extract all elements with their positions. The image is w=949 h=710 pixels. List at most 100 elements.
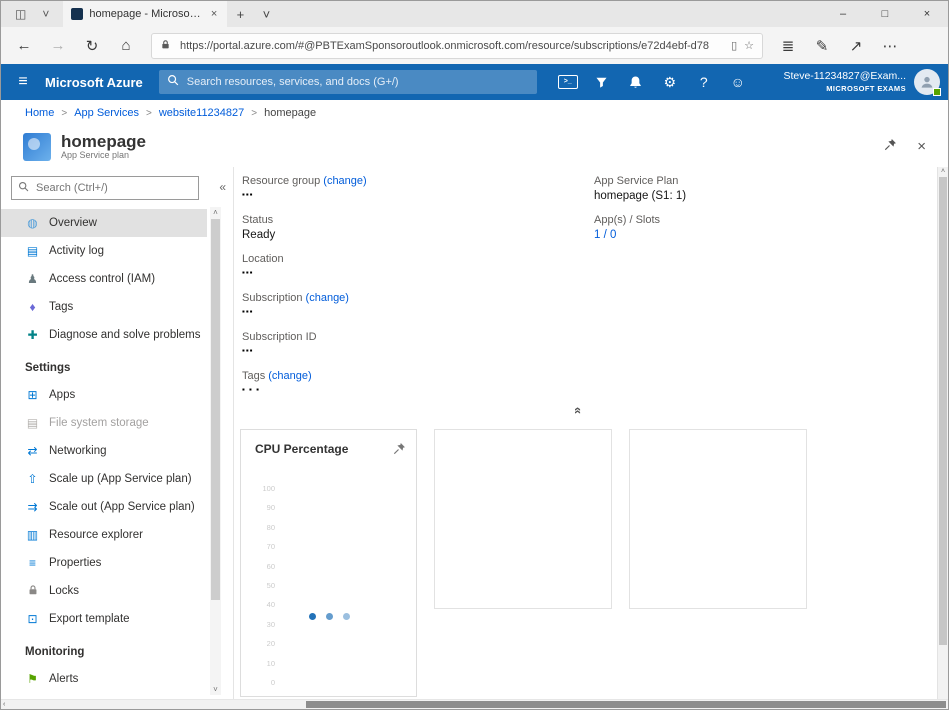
sidebar-item-scale-up[interactable]: ⇧ Scale up (App Service plan)	[1, 465, 207, 493]
field-label: Subscription	[242, 292, 303, 304]
y-axis-tick: 100	[257, 484, 275, 503]
breadcrumb-home-link[interactable]: Home	[25, 107, 54, 119]
azure-header: ≡ Microsoft Azure >_ ⚙ ? ☺ Steve-1123482…	[1, 64, 948, 100]
y-axis-tick: 40	[257, 600, 275, 619]
app-service-plan-value: homepage (S1: 1)	[594, 190, 894, 203]
home-button[interactable]: ⌂	[111, 31, 141, 61]
sidebar-item-apps[interactable]: ⊞ Apps	[1, 381, 207, 409]
annotate-button[interactable]: ✎	[807, 31, 837, 61]
sidebar-item-locks[interactable]: Locks	[1, 577, 207, 605]
blade-actions: ×	[884, 138, 926, 156]
tab-close-button[interactable]: ×	[209, 8, 219, 20]
resource-group-change-link[interactable]: (change)	[323, 175, 366, 187]
chart-loading-dots	[309, 613, 350, 620]
account-menu[interactable]: Steve-11234827@Exam... MICROSOFT EXAMS	[783, 70, 906, 93]
cloud-shell-icon: >_	[558, 75, 578, 89]
help-button[interactable]: ?	[687, 64, 721, 100]
scroll-thumb[interactable]	[939, 177, 947, 645]
sidebar-section-monitoring: Monitoring	[1, 633, 207, 665]
scroll-left-button[interactable]: ‹	[3, 700, 5, 709]
close-blade-button[interactable]: ×	[917, 138, 926, 155]
cloud-shell-button[interactable]: >_	[551, 64, 585, 100]
scroll-up-button[interactable]: ˄	[213, 207, 218, 218]
window-maximize-button[interactable]: □	[864, 1, 906, 27]
presence-dot	[933, 88, 941, 96]
browser-navbar: ← → ↻ ⌂ ▯ ☆ ≣ ✎ ↗ ⋯	[1, 27, 948, 64]
sidebar-item-label: Access control (IAM)	[49, 273, 155, 285]
notifications-button[interactable]	[619, 64, 653, 100]
field-label: Location	[242, 253, 572, 265]
scroll-thumb[interactable]	[306, 701, 946, 708]
set-tabs-aside-icon[interactable]: ◫	[15, 7, 26, 21]
app-service-plan-icon	[23, 133, 51, 161]
field-label: Status	[242, 214, 572, 226]
tab-favicon	[71, 8, 83, 20]
avatar[interactable]	[914, 69, 940, 95]
portal-menu-button[interactable]: ≡	[1, 73, 45, 91]
scroll-down-button[interactable]: ˅	[213, 684, 218, 695]
y-axis-tick: 0	[257, 678, 275, 697]
sidebar-search-input[interactable]	[34, 181, 192, 195]
hub-button[interactable]: ≣	[773, 31, 803, 61]
apps-slots-link[interactable]: 1 / 0	[594, 229, 894, 242]
y-axis-tick: 70	[257, 542, 275, 561]
sidebar-item-diagnose[interactable]: ✚ Diagnose and solve problems	[1, 321, 207, 349]
favorite-star-button[interactable]: ☆	[744, 39, 754, 52]
portal-toolbar: >_ ⚙ ? ☺	[551, 64, 755, 100]
more-button[interactable]: ⋯	[875, 31, 905, 61]
directory-filter-button[interactable]	[585, 64, 619, 100]
sidebar-item-tags[interactable]: ♦ Tags	[1, 293, 207, 321]
breadcrumb-app-services-link[interactable]: App Services	[74, 107, 139, 119]
share-button[interactable]: ↗	[841, 31, 871, 61]
loading-dot	[309, 613, 316, 620]
sidebar-item-resource-explorer[interactable]: ▥ Resource explorer	[1, 521, 207, 549]
sidebar-item-properties[interactable]: ≡ Properties	[1, 549, 207, 577]
field-status: Status Ready	[242, 214, 572, 242]
browser-tab[interactable]: homepage - Microsoft Azure ×	[63, 1, 227, 27]
tab-preview-icon[interactable]: ˅	[42, 7, 49, 21]
bell-icon	[628, 75, 643, 90]
essentials-collapse-button[interactable]: «	[571, 407, 586, 414]
breadcrumb-website-link[interactable]: website11234827	[159, 107, 244, 119]
field-apps-slots: App(s) / Slots 1 / 0	[594, 214, 894, 242]
tab-list-button[interactable]: ˅	[253, 1, 279, 27]
pin-button[interactable]	[884, 138, 897, 156]
settings-button[interactable]: ⚙	[653, 64, 687, 100]
scroll-thumb[interactable]	[211, 219, 220, 600]
field-resource-group: Resource group(change) ▪▪▪	[242, 175, 572, 203]
sidebar-item-alerts[interactable]: ⚑ Alerts	[1, 665, 207, 693]
sidebar-item-scale-out[interactable]: ⇉ Scale out (App Service plan)	[1, 493, 207, 521]
empty-metric-card-1	[434, 429, 612, 609]
global-search-input[interactable]	[185, 75, 529, 89]
new-tab-button[interactable]: +	[227, 1, 253, 27]
sidebar-item-export-template[interactable]: ⊡ Export template	[1, 605, 207, 633]
gear-icon: ⚙	[663, 74, 676, 91]
breadcrumb-separator: >	[146, 108, 152, 119]
sidebar-item-networking[interactable]: ⇄ Networking	[1, 437, 207, 465]
cpu-card-pin-button[interactable]	[393, 442, 406, 460]
back-button[interactable]: ←	[9, 31, 39, 61]
reading-view-button[interactable]: ▯	[731, 39, 737, 52]
field-subscription-id: Subscription ID ▪▪▪	[242, 331, 572, 359]
tags-change-link[interactable]: (change)	[268, 370, 311, 382]
sidebar-collapse-button[interactable]: «	[219, 180, 226, 194]
azure-brand[interactable]: Microsoft Azure	[45, 75, 143, 90]
subscription-id-value: ▪▪▪	[242, 346, 572, 359]
breadcrumb-current: homepage	[264, 107, 316, 119]
sidebar-item-activity-log[interactable]: ▤ Activity log	[1, 237, 207, 265]
url-input[interactable]	[178, 39, 724, 53]
refresh-button[interactable]: ↻	[77, 31, 107, 61]
sidebar-item-access-control[interactable]: ♟ Access control (IAM)	[1, 265, 207, 293]
loading-dot	[326, 613, 333, 620]
overview-icon: ◍	[25, 217, 40, 229]
sidebar-item-label: Locks	[49, 585, 79, 597]
window-close-button[interactable]: ×	[906, 1, 948, 27]
subscription-change-link[interactable]: (change)	[306, 292, 349, 304]
metric-cards: CPU Percentage 1009080706050403020100	[240, 429, 807, 697]
window-minimize-button[interactable]: –	[822, 1, 864, 27]
breadcrumb-separator: >	[61, 108, 67, 119]
scroll-up-button[interactable]: ˄	[938, 167, 948, 177]
field-subscription: Subscription(change) ▪▪▪	[242, 292, 572, 320]
feedback-button[interactable]: ☺	[721, 64, 755, 100]
sidebar-item-overview[interactable]: ◍ Overview	[1, 209, 207, 237]
